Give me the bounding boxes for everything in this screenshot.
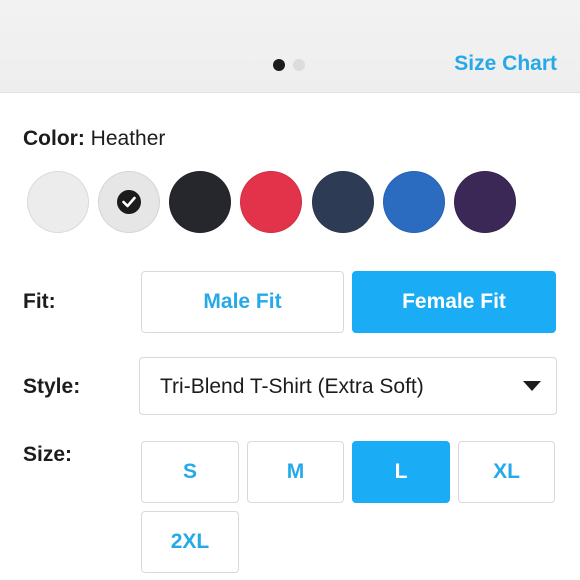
color-label-title: Color: [23,127,85,150]
color-swatch[interactable] [312,171,374,233]
color-swatch[interactable] [240,171,302,233]
color-swatch[interactable] [383,171,445,233]
chevron-down-icon [523,381,541,391]
color-swatch-selected[interactable] [98,171,160,233]
fit-option-male[interactable]: Male Fit [141,271,344,333]
page-indicator-dot[interactable] [293,59,305,71]
style-select-value: Tri-Blend T-Shirt (Extra Soft) [160,375,424,398]
color-swatch[interactable] [454,171,516,233]
size-option-2xl[interactable]: 2XL [141,511,239,573]
checkmark-icon [117,190,141,214]
size-option-l[interactable]: L [352,441,450,503]
color-swatch[interactable] [27,171,89,233]
size-option-m[interactable]: M [247,441,344,503]
page-indicator-dot-active[interactable] [273,59,285,71]
color-swatches [27,171,567,235]
fit-option-female[interactable]: Female Fit [352,271,556,333]
size-chart-link[interactable]: Size Chart [454,52,557,76]
size-option-s[interactable]: S [141,441,239,503]
top-bar: Size Chart [0,0,580,93]
selected-color-name: Heather [90,127,166,150]
color-label: Color: Heather [23,127,165,151]
style-label: Style: [23,375,81,398]
size-option-xl[interactable]: XL [458,441,555,503]
size-label: Size: [23,443,73,466]
fit-label: Fit: [23,290,56,313]
color-swatch[interactable] [169,171,231,233]
style-select[interactable]: Tri-Blend T-Shirt (Extra Soft) [139,357,557,415]
